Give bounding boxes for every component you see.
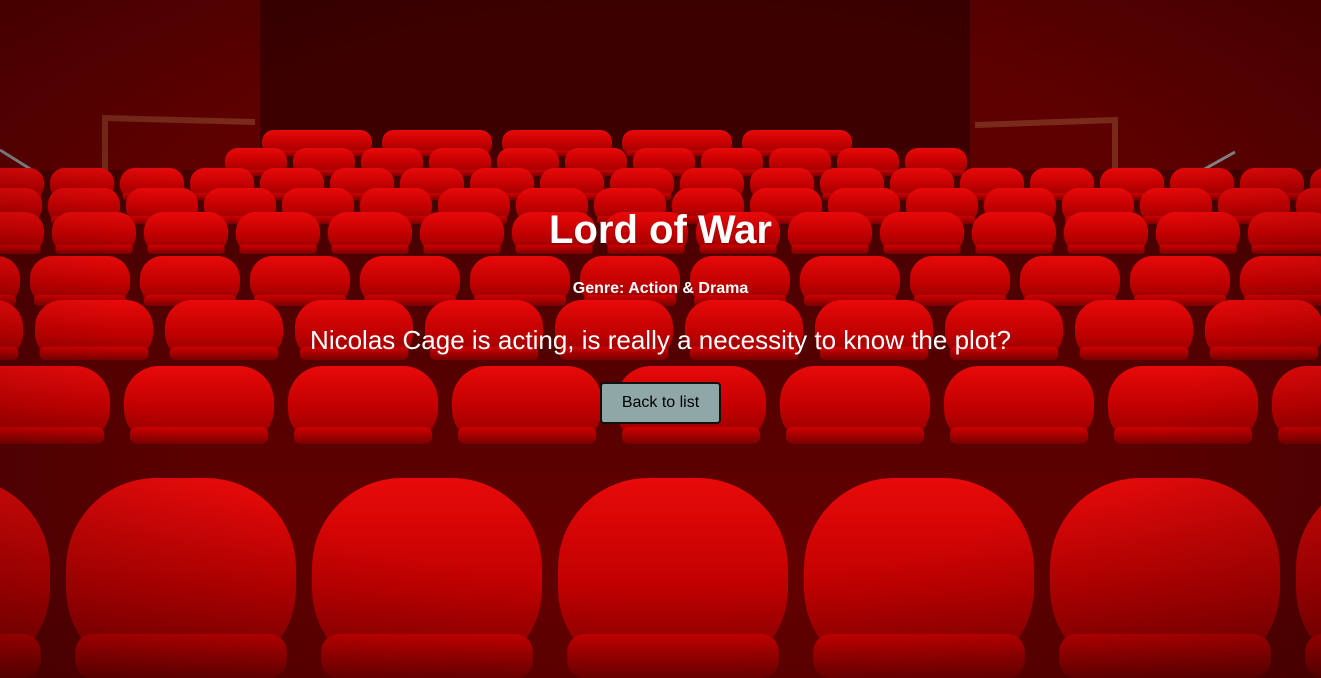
movie-title: Lord of War xyxy=(549,208,772,252)
movie-detail-page: Lord of War Genre: Action & Drama Nicola… xyxy=(0,0,1321,678)
movie-plot: Nicolas Cage is acting, is really a nece… xyxy=(310,325,1011,355)
movie-genre: Genre: Action & Drama xyxy=(572,280,749,297)
back-to-list-button[interactable]: Back to list xyxy=(600,382,721,424)
